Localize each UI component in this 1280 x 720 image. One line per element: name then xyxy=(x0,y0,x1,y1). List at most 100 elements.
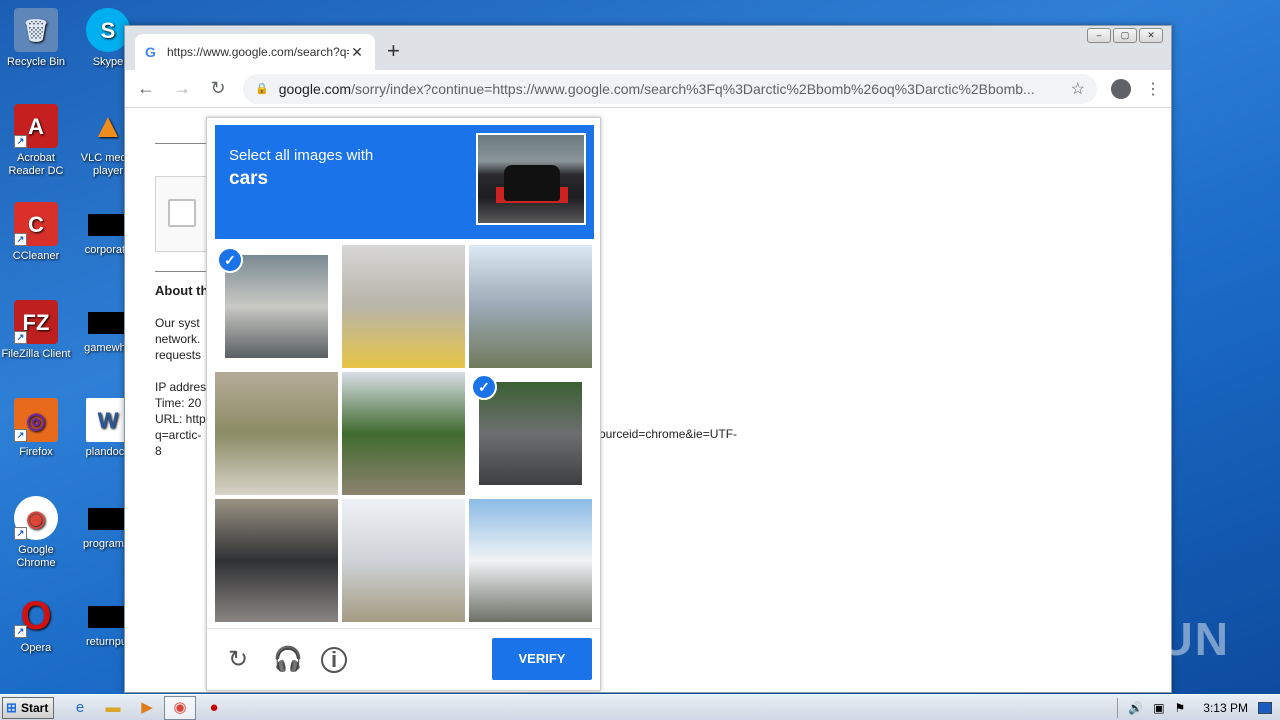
start-button[interactable]: Start xyxy=(2,697,54,719)
chrome-icon: ◉ xyxy=(173,699,187,716)
shortcut-arrow-icon: ↗ xyxy=(14,625,27,638)
request-url-tail: ourceid=chrome&ie=UTF- xyxy=(599,427,738,441)
ie-icon[interactable]: e xyxy=(70,698,90,718)
bookmark-star-icon[interactable]: ☆ xyxy=(1071,79,1085,99)
selected-check-icon: ✓ xyxy=(217,247,243,273)
desktop-icon[interactable]: ◉ ↗ Google Chrome xyxy=(0,496,72,570)
tile-image xyxy=(215,372,338,495)
url-path: /sorry/index?continue=https://www.google… xyxy=(351,80,1035,97)
captcha-tile[interactable] xyxy=(342,245,465,368)
image-grid: ✓ ✓ xyxy=(215,245,594,622)
network-icon[interactable]: ▣ xyxy=(1153,701,1164,715)
challenge-target: cars xyxy=(229,168,269,189)
browser-toolbar: ← → ↻ 🔒 google.com/sorry/index?continue=… xyxy=(125,70,1171,108)
tile-image xyxy=(479,382,582,485)
close-button[interactable]: ✕ xyxy=(1139,28,1163,43)
captcha-tile[interactable]: ✓ xyxy=(469,372,592,495)
tile-image xyxy=(342,372,465,495)
captcha-tile[interactable] xyxy=(215,372,338,495)
desktop-icon-label: Opera xyxy=(20,642,52,654)
reload-icon[interactable]: ↻ xyxy=(207,78,229,99)
challenge-header: Select all images with cars xyxy=(215,125,594,239)
google-g-icon: G xyxy=(145,44,156,60)
captcha-tile[interactable] xyxy=(342,499,465,622)
acrobat-icon: A ↗ xyxy=(14,104,58,148)
address-bar[interactable]: 🔒 google.com/sorry/index?continue=https:… xyxy=(243,73,1097,104)
ccleaner-icon: C ↗ xyxy=(14,202,58,246)
profile-avatar-icon[interactable] xyxy=(1111,78,1131,99)
desktop-icon[interactable]: FZ ↗ FileZilla Client xyxy=(0,300,72,361)
tile-image xyxy=(469,499,592,622)
back-icon[interactable]: ← xyxy=(135,78,157,99)
file-icon xyxy=(88,312,128,334)
captcha-tile[interactable]: ✓ xyxy=(215,245,338,368)
captcha-tile[interactable] xyxy=(342,372,465,495)
desktop-icon[interactable]: C ↗ CCleaner xyxy=(0,202,72,263)
desktop-icon-label: Google Chrome xyxy=(16,544,56,569)
url-host: google.com xyxy=(278,80,352,97)
captcha-tile[interactable] xyxy=(215,499,338,622)
desktop-icon-label: Firefox xyxy=(19,446,53,458)
info-icon[interactable]: i xyxy=(321,647,347,673)
desktop-icon-label: Acrobat Reader DC xyxy=(8,152,64,177)
audio-challenge-icon[interactable]: 🎧 xyxy=(273,647,303,673)
shortcut-arrow-icon: ↗ xyxy=(14,429,27,442)
tile-image xyxy=(469,245,592,368)
lock-icon: 🔒 xyxy=(255,83,269,95)
show-desktop-icon[interactable] xyxy=(1258,702,1272,714)
address-url[interactable]: google.com/sorry/index?continue=https://… xyxy=(279,81,1063,97)
challenge-footer: ↻ 🎧 i VERIFY xyxy=(207,628,600,690)
desktop-icon[interactable]: ◎ ↗ Firefox xyxy=(0,398,72,459)
sample-image xyxy=(476,133,586,225)
shortcut-arrow-icon: ↗ xyxy=(14,331,27,344)
tile-image xyxy=(225,255,328,358)
minimize-button[interactable]: – xyxy=(1087,28,1111,43)
window-controls: – ▢ ✕ xyxy=(1087,28,1163,43)
reload-challenge-icon[interactable]: ↻ xyxy=(225,647,251,673)
tray-separator xyxy=(1117,698,1119,718)
chrome-icon: ◉ ↗ xyxy=(14,496,58,540)
taskbar: Start e ▬ ▶ ◉ ● 🔊 ▣ ⚑ 3:13 PM xyxy=(0,694,1280,720)
opera-icon: O ↗ xyxy=(14,594,58,638)
tile-image xyxy=(215,499,338,622)
desktop-icon[interactable]: O ↗ Opera xyxy=(0,594,72,655)
volume-icon[interactable]: 🔊 xyxy=(1128,701,1143,715)
file-icon xyxy=(88,606,128,628)
shortcut-arrow-icon: ↗ xyxy=(14,527,27,540)
firefox-icon: ◎ ↗ xyxy=(14,398,58,442)
maximize-button[interactable]: ▢ xyxy=(1113,28,1137,43)
clock[interactable]: 3:13 PM xyxy=(1203,701,1248,715)
request-info-text: IP addres Time: 20 URL: http q=arctic- 8 xyxy=(155,380,207,458)
new-tab-icon[interactable]: + xyxy=(387,38,400,64)
opera-icon[interactable]: ● xyxy=(204,698,224,718)
tab-title: https://www.google.com/search?q= xyxy=(167,45,349,59)
media-player-icon[interactable]: ▶ xyxy=(137,698,157,718)
selected-check-icon: ✓ xyxy=(471,374,497,400)
desktop-icon[interactable]: 🗑 Recycle Bin xyxy=(0,8,72,69)
recaptcha-checkbox[interactable] xyxy=(168,199,196,227)
tab-strip: G https://www.google.com/search?q= ✕ + –… xyxy=(125,26,1171,70)
menu-kebab-icon[interactable]: ⋮ xyxy=(1145,79,1161,99)
desktop-icon[interactable]: A ↗ Acrobat Reader DC xyxy=(0,104,72,178)
explorer-icon[interactable]: ▬ xyxy=(103,698,123,718)
desktop-icon-label: Recycle Bin xyxy=(6,56,66,68)
captcha-tile[interactable] xyxy=(469,245,592,368)
explanation-text: Our syst network. requests xyxy=(155,316,202,362)
desktop-icon-label: FileZilla Client xyxy=(1,348,71,360)
recycle-bin-icon: 🗑 xyxy=(14,8,58,52)
tile-image xyxy=(342,499,465,622)
tab-google-search[interactable]: G https://www.google.com/search?q= ✕ xyxy=(135,34,375,70)
tile-image xyxy=(342,245,465,368)
captcha-tile[interactable] xyxy=(469,499,592,622)
file-icon xyxy=(88,214,128,236)
flag-icon[interactable]: ⚑ xyxy=(1175,701,1186,715)
challenge-instruction: Select all images with xyxy=(229,147,374,164)
file-icon xyxy=(88,508,128,530)
shortcut-arrow-icon: ↗ xyxy=(14,135,27,148)
verify-button[interactable]: VERIFY xyxy=(492,638,592,680)
anyrun-watermark: ANY RUN xyxy=(1007,613,1230,665)
forward-icon[interactable]: → xyxy=(171,78,193,99)
shortcut-arrow-icon: ↗ xyxy=(14,233,27,246)
tab-close-icon[interactable]: ✕ xyxy=(349,44,365,61)
about-heading: About th xyxy=(155,283,209,298)
